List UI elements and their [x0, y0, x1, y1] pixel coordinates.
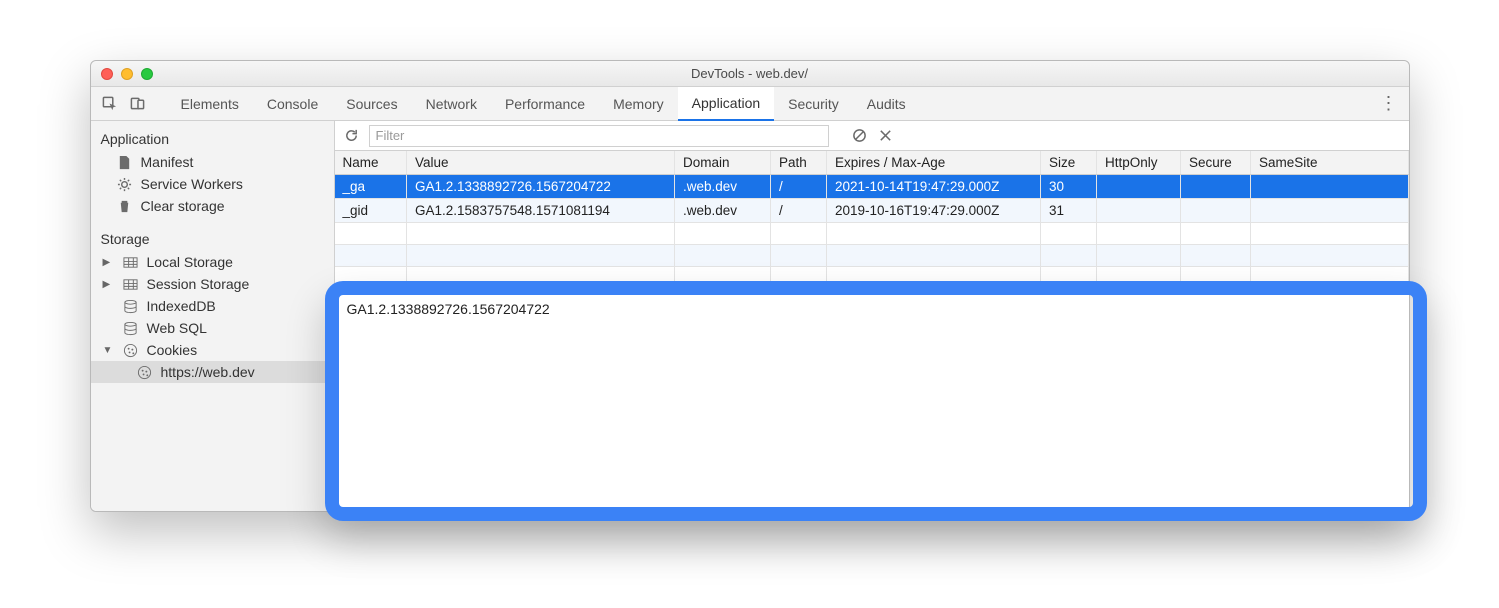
- tab-network[interactable]: Network: [412, 87, 491, 121]
- main-panel: Name Value Domain Path Expires / Max-Age…: [335, 121, 1409, 511]
- col-secure[interactable]: Secure: [1181, 151, 1251, 175]
- sidebar-item-manifest[interactable]: Manifest: [91, 151, 334, 173]
- sidebar-item-label: Session Storage: [147, 276, 250, 292]
- tab-application[interactable]: Application: [678, 87, 775, 121]
- table-row[interactable]: [335, 223, 1409, 245]
- tab-sources[interactable]: Sources: [332, 87, 411, 121]
- tab-memory[interactable]: Memory: [599, 87, 678, 121]
- sidebar-section-storage: Storage: [91, 227, 334, 251]
- table-row[interactable]: _gid GA1.2.1583757548.1571081194 .web.de…: [335, 199, 1409, 223]
- sidebar-item-cookies[interactable]: ▼ Cookies: [91, 339, 334, 361]
- tab-elements[interactable]: Elements: [167, 87, 253, 121]
- chevron-right-icon: ▶: [103, 257, 113, 268]
- cookie-icon: [123, 342, 139, 358]
- col-httponly[interactable]: HttpOnly: [1097, 151, 1181, 175]
- window-title: DevTools - web.dev/: [91, 66, 1409, 81]
- col-path[interactable]: Path: [771, 151, 827, 175]
- col-expires[interactable]: Expires / Max-Age: [827, 151, 1041, 175]
- tab-performance[interactable]: Performance: [491, 87, 599, 121]
- devtools-toolbar: Elements Console Sources Network Perform…: [91, 87, 1409, 121]
- cookie-icon: [137, 364, 153, 380]
- database-icon: [123, 320, 139, 336]
- application-sidebar: Application Manifest Service Workers Cle…: [91, 121, 335, 511]
- col-domain[interactable]: Domain: [675, 151, 771, 175]
- table-row[interactable]: [335, 267, 1409, 289]
- table-row[interactable]: [335, 245, 1409, 267]
- sidebar-item-indexeddb[interactable]: IndexedDB: [91, 295, 334, 317]
- tab-audits[interactable]: Audits: [853, 87, 920, 121]
- sidebar-item-label: Clear storage: [141, 198, 225, 214]
- inspect-icon[interactable]: [101, 95, 119, 113]
- col-value[interactable]: Value: [407, 151, 675, 175]
- sidebar-item-label: Local Storage: [147, 254, 233, 270]
- sidebar-item-label: https://web.dev: [161, 364, 255, 380]
- grid-icon: [123, 254, 139, 270]
- col-samesite[interactable]: SameSite: [1251, 151, 1409, 175]
- sidebar-section-application: Application: [91, 127, 334, 151]
- titlebar: DevTools - web.dev/: [91, 61, 1409, 87]
- col-name[interactable]: Name: [335, 151, 407, 175]
- cookie-value-preview: GA1.2.1338892726.1567204722: [335, 291, 1409, 511]
- sidebar-item-label: Manifest: [141, 154, 194, 170]
- sidebar-item-service-workers[interactable]: Service Workers: [91, 173, 334, 195]
- tab-console[interactable]: Console: [253, 87, 332, 121]
- sidebar-item-label: IndexedDB: [147, 298, 216, 314]
- gear-icon: [117, 176, 133, 192]
- sidebar-item-clear-storage[interactable]: Clear storage: [91, 195, 334, 217]
- panel-tabs: Elements Console Sources Network Perform…: [167, 87, 1379, 121]
- block-icon[interactable]: [851, 127, 869, 145]
- devtools-window: DevTools - web.dev/ Elements Console Sou…: [90, 60, 1410, 512]
- chevron-right-icon: ▶: [103, 279, 113, 290]
- trash-icon: [117, 198, 133, 214]
- more-menu-icon[interactable]: ⋮: [1379, 93, 1399, 114]
- clear-icon[interactable]: [877, 127, 895, 145]
- grid-icon: [123, 276, 139, 292]
- sidebar-item-label: Service Workers: [141, 176, 243, 192]
- sidebar-item-websql[interactable]: Web SQL: [91, 317, 334, 339]
- tab-security[interactable]: Security: [774, 87, 853, 121]
- sidebar-item-label: Web SQL: [147, 320, 207, 336]
- col-size[interactable]: Size: [1041, 151, 1097, 175]
- sidebar-item-local-storage[interactable]: ▶ Local Storage: [91, 251, 334, 273]
- sidebar-item-cookie-origin[interactable]: https://web.dev: [91, 361, 334, 383]
- filter-input[interactable]: [369, 125, 829, 147]
- cookies-table: Name Value Domain Path Expires / Max-Age…: [335, 151, 1409, 291]
- device-toggle-icon[interactable]: [129, 95, 147, 113]
- chevron-down-icon: ▼: [103, 345, 113, 356]
- sidebar-item-label: Cookies: [147, 342, 198, 358]
- refresh-icon[interactable]: [343, 127, 361, 145]
- sidebar-item-session-storage[interactable]: ▶ Session Storage: [91, 273, 334, 295]
- cookie-toolbar: [335, 121, 1409, 151]
- database-icon: [123, 298, 139, 314]
- file-icon: [117, 154, 133, 170]
- table-row[interactable]: _ga GA1.2.1338892726.1567204722 .web.dev…: [335, 175, 1409, 199]
- table-header-row: Name Value Domain Path Expires / Max-Age…: [335, 151, 1409, 175]
